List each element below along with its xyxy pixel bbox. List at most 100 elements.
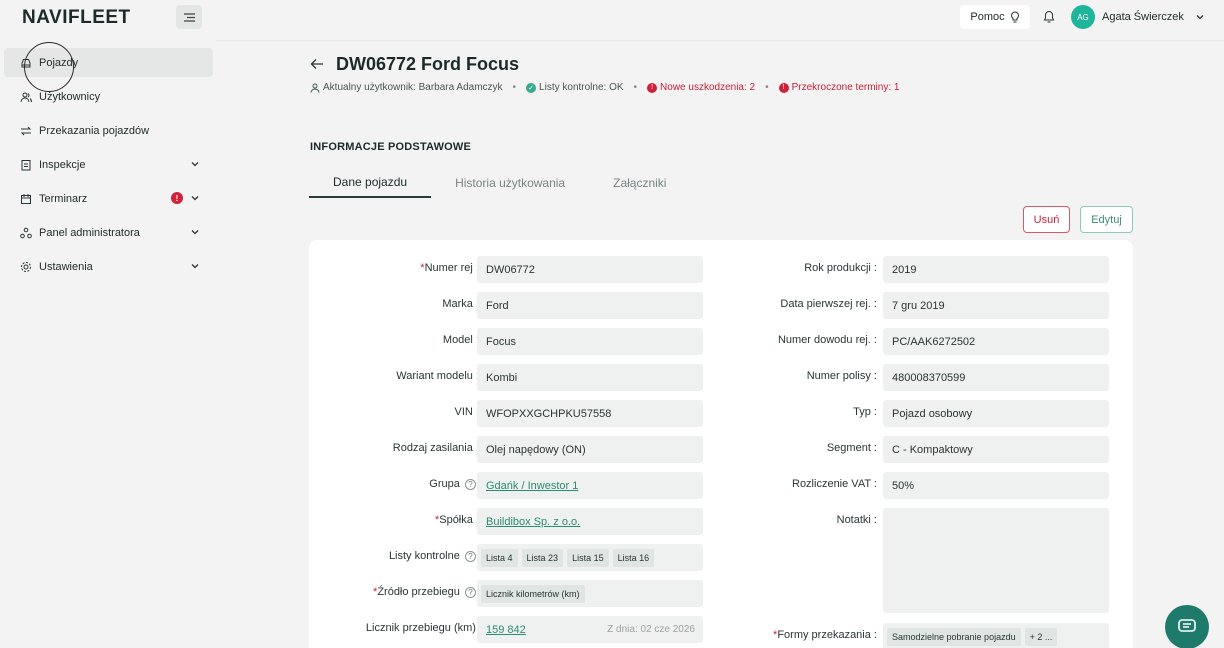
handover-forms-field[interactable]: Samodzielne pobranie pojazdu + 2 ...: [883, 623, 1109, 648]
field-label: Notatki :: [836, 514, 877, 526]
chevron-down-icon[interactable]: [1195, 12, 1205, 22]
field-label: *Formy przekazania :: [773, 629, 877, 641]
sidebar-nav: Pojazdy Użytkownicy Przekazania pojazdów…: [4, 48, 213, 286]
separator: •: [512, 82, 517, 93]
app-logo[interactable]: NAVIFLEET: [22, 7, 131, 29]
first-registration-field[interactable]: 7 gru 2019: [883, 292, 1109, 319]
field-label: *Spółka :: [434, 514, 479, 526]
field-label: Rodzaj zasilania :: [392, 442, 479, 454]
gear-icon: [20, 261, 32, 273]
page-title: DW06772 Ford Focus: [336, 54, 520, 74]
sidebar-item-settings[interactable]: Ustawienia: [4, 252, 213, 281]
sidebar-item-label: Pojazdy: [39, 56, 79, 69]
type-field[interactable]: Pojazd osobowy: [883, 400, 1109, 427]
fuel-type-field[interactable]: Olej napędowy (ON): [477, 436, 703, 463]
delete-button[interactable]: Usuń: [1023, 206, 1070, 233]
checklist-chip: Lista 16: [612, 548, 655, 567]
back-arrow-icon[interactable]: [310, 58, 324, 70]
field-label: Licznik przebiegu (km):: [365, 622, 479, 634]
tab-vehicle-data[interactable]: Dane pojazdu: [309, 168, 432, 198]
sidebar-item-label: Terminarz: [39, 192, 88, 205]
field-label: *Źródło przebiegu ?:: [373, 586, 479, 598]
field-label: Marka :: [442, 298, 479, 310]
mileage-field[interactable]: 159 842 Z dnia: 02 cze 2026: [477, 616, 703, 643]
notes-field[interactable]: [883, 508, 1109, 613]
help-icon[interactable]: ?: [464, 586, 476, 598]
chevron-down-icon[interactable]: [190, 227, 200, 237]
brand-field[interactable]: Ford: [477, 292, 703, 319]
swap-icon: [20, 125, 32, 137]
sidebar-item-calendar[interactable]: Terminarz !: [4, 184, 213, 213]
segment-field[interactable]: C - Kompaktowy: [883, 436, 1109, 463]
help-icon[interactable]: ?: [464, 550, 476, 562]
chevron-down-icon[interactable]: [190, 159, 200, 169]
clipboard-icon: [20, 159, 32, 171]
field-label: Typ :: [853, 406, 877, 418]
sidebar-item-admin-panel[interactable]: Panel administratora: [4, 218, 213, 247]
calendar-icon: [20, 193, 32, 205]
sidebar: NAVIFLEET Pojazdy Użytkownicy Przekazani…: [0, 0, 216, 648]
user-name[interactable]: Agata Świerczek: [1102, 11, 1184, 23]
chat-icon: [1178, 619, 1196, 632]
field-label: Numer polisy :: [806, 370, 877, 382]
vat-settlement-field[interactable]: 50%: [883, 472, 1109, 499]
production-year-field[interactable]: 2019: [883, 256, 1109, 283]
group-field[interactable]: Gdańk / Inwestor 1: [477, 472, 703, 499]
help-icon[interactable]: ?: [464, 478, 476, 490]
model-variant-field[interactable]: Kombi: [477, 364, 703, 391]
field-label: Rozliczenie VAT :: [792, 478, 877, 490]
car-icon: [20, 57, 32, 69]
alert-badge: !: [171, 192, 183, 204]
checklist-chip: Lista 23: [521, 548, 564, 567]
field-label: Grupa ?:: [429, 478, 479, 490]
lightbulb-icon: [1010, 11, 1019, 23]
reg-number-field[interactable]: DW06772: [477, 256, 703, 283]
checklist-chip: Lista 4: [481, 548, 518, 567]
admin-icon: [20, 227, 32, 239]
overdue-status[interactable]: Przekroczone terminy: 1: [792, 82, 900, 93]
damages-status[interactable]: Nowe uszkodzenia: 2: [660, 82, 755, 93]
warning-icon: !: [778, 82, 789, 93]
menu-toggle-button[interactable]: [176, 5, 202, 29]
field-label: VIN :: [454, 406, 479, 418]
handover-form-chip: Samodzielne pobranie pojazdu: [887, 627, 1021, 646]
tab-attachments[interactable]: Załączniki: [589, 168, 690, 198]
chat-button[interactable]: [1165, 605, 1209, 648]
checklist-chip: Lista 15: [567, 548, 609, 567]
company-link[interactable]: Buildibox Sp. z o.o.: [486, 516, 580, 528]
field-label: *Numer rej :: [420, 262, 479, 274]
checklists-status[interactable]: Listy kontrolne: OK: [539, 82, 623, 93]
group-link[interactable]: Gdańk / Inwestor 1: [486, 480, 578, 492]
menu-icon: [183, 12, 195, 22]
tab-usage-history[interactable]: Historia użytkowania: [431, 168, 589, 198]
mileage-source-field[interactable]: Licznik kilometrów (km): [477, 580, 703, 607]
check-icon: ✓: [526, 82, 537, 93]
sidebar-item-users[interactable]: Użytkownicy: [4, 82, 213, 111]
vehicle-status-bar: Aktualny użytkownik: Barbara Adamczyk • …: [310, 82, 899, 93]
sidebar-item-handovers[interactable]: Przekazania pojazdów: [4, 116, 213, 145]
chevron-down-icon[interactable]: [190, 261, 200, 271]
section-title: INFORMACJE PODSTAWOWE: [310, 141, 472, 153]
sidebar-item-vehicles[interactable]: Pojazdy: [4, 48, 213, 77]
vin-field[interactable]: WFOPXXGCHPKU57558: [477, 400, 703, 427]
vehicle-details-card: *Numer rej : DW06772 Marka : Ford Model …: [309, 240, 1133, 648]
bell-icon[interactable]: [1043, 10, 1055, 24]
current-user-text: Aktualny użytkownik: Barbara Adamczyk: [323, 82, 503, 93]
sidebar-item-inspections[interactable]: Inspekcje: [4, 150, 213, 179]
warning-icon: !: [647, 82, 658, 93]
field-label: Data pierwszej rej. :: [780, 298, 877, 310]
field-label: Segment :: [826, 442, 877, 454]
separator: •: [765, 82, 769, 93]
policy-number-field[interactable]: 480008370599: [883, 364, 1109, 391]
help-button[interactable]: Pomoc: [960, 5, 1030, 29]
chevron-down-icon[interactable]: [190, 193, 200, 203]
registration-doc-field[interactable]: PC/AAK6272502: [883, 328, 1109, 355]
mileage-link[interactable]: 159 842: [486, 624, 526, 636]
checklists-field[interactable]: Lista 4 Lista 23 Lista 15 Lista 16: [477, 544, 703, 571]
field-label: Wariant modelu :: [396, 370, 479, 382]
edit-button[interactable]: Edytuj: [1080, 206, 1133, 233]
avatar[interactable]: AG: [1071, 5, 1095, 29]
model-field[interactable]: Focus: [477, 328, 703, 355]
sidebar-item-label: Inspekcje: [39, 158, 86, 171]
company-field[interactable]: Buildibox Sp. z o.o.: [477, 508, 703, 535]
